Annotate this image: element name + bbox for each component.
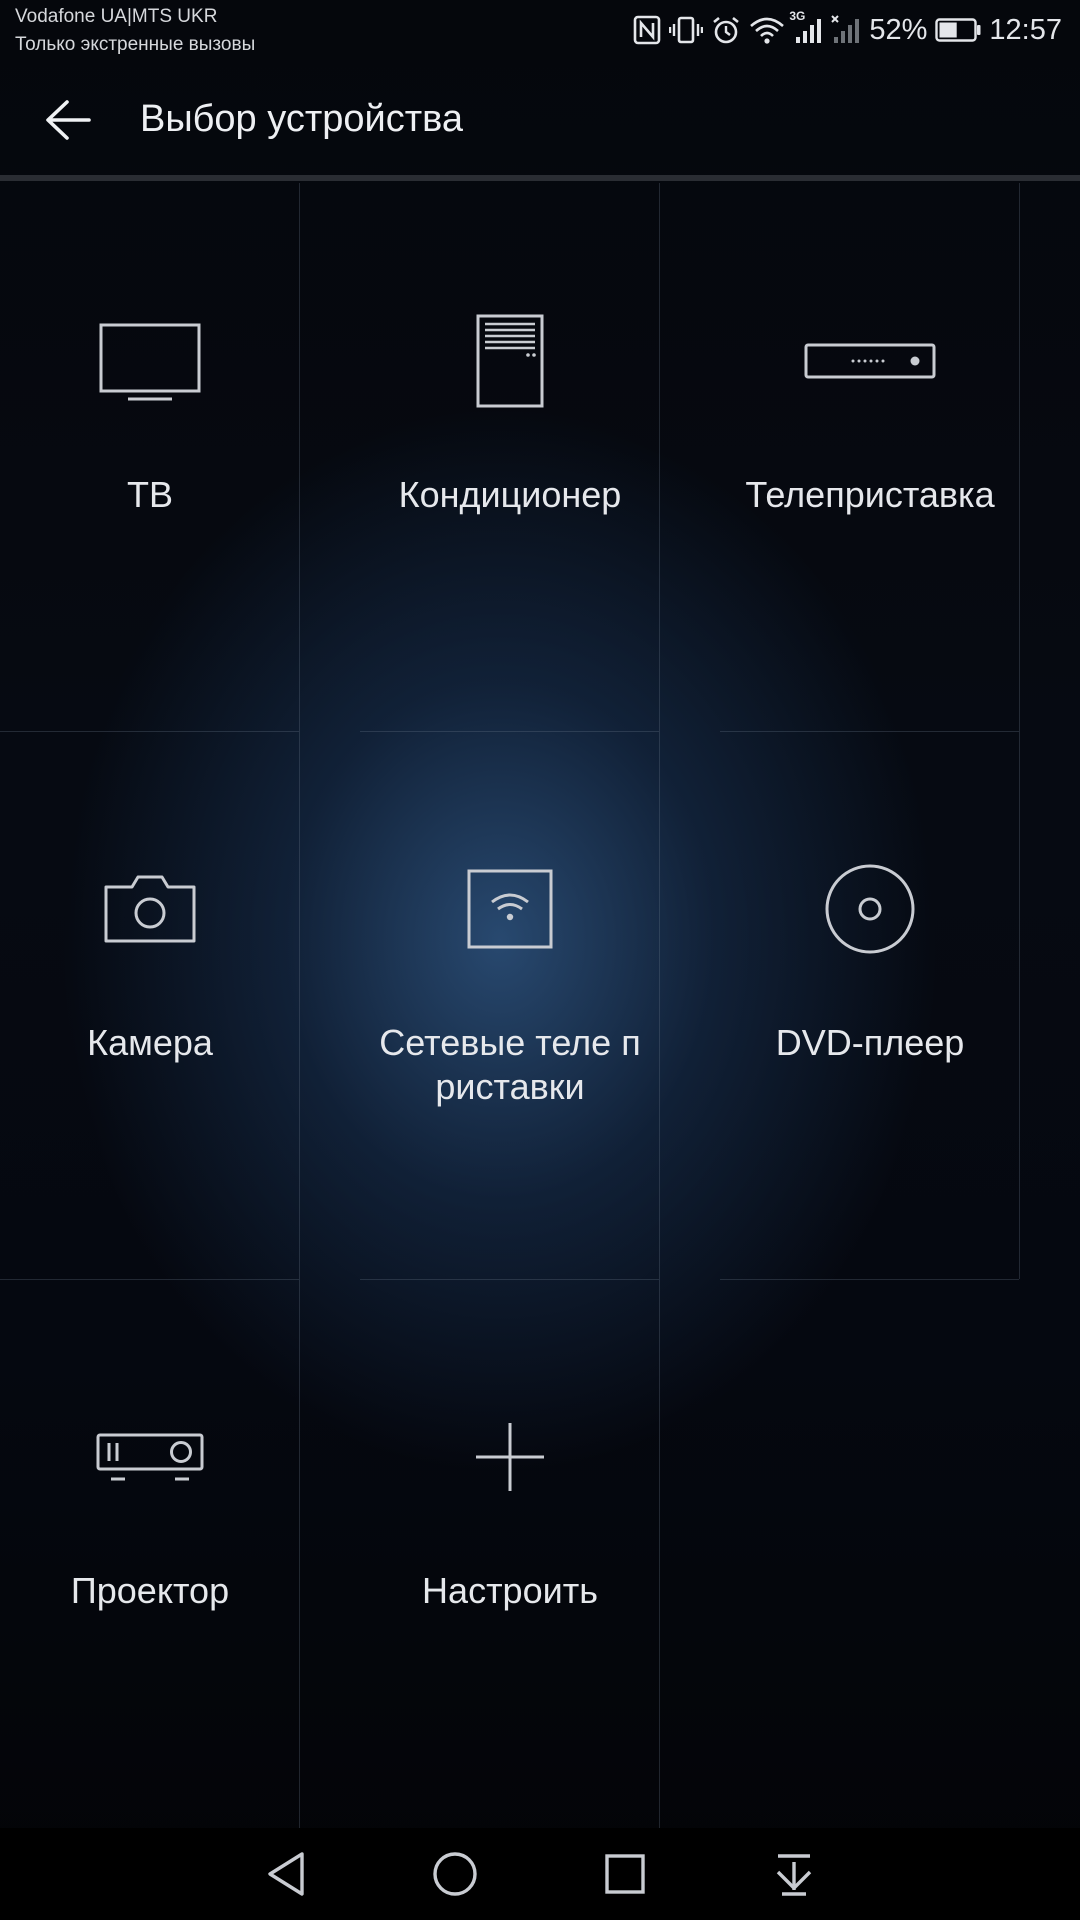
device-label: ТВ <box>126 474 173 515</box>
app-bar: Выбор устройства <box>0 60 1080 180</box>
device-tile-network-box[interactable]: Сетевые теле приставки <box>360 731 660 1279</box>
signal-no-service-icon <box>831 15 861 45</box>
projector-icon <box>0 1409 300 1505</box>
air-conditioner-icon <box>360 313 660 409</box>
wifi-icon <box>749 15 785 45</box>
app-bar-divider <box>0 175 1080 181</box>
device-tile-air-conditioner[interactable]: Кондиционер <box>360 183 660 731</box>
device-tile-set-top-box[interactable]: Телеприставка <box>720 183 1020 731</box>
nav-back-button[interactable] <box>250 1842 322 1906</box>
nav-back-icon <box>268 1852 304 1896</box>
battery-percent: 52% <box>869 13 928 46</box>
nav-recents-button[interactable] <box>589 1842 661 1906</box>
disc-icon <box>720 861 1020 957</box>
status-bar: Vodafone UA|MTS UKR Только экстренные вы… <box>0 0 1080 60</box>
device-label: Телеприставка <box>745 474 995 515</box>
network-box-icon <box>360 861 660 957</box>
network-type: 3G <box>789 9 806 23</box>
device-selection-screen: Vodafone UA|MTS UKR Только экстренные вы… <box>0 0 1080 1920</box>
grid-line <box>720 1279 1019 1280</box>
device-label: Проектор <box>70 1570 230 1611</box>
nav-recents-icon <box>605 1854 645 1894</box>
device-label: DVD-плеер <box>775 1022 965 1063</box>
tv-icon <box>0 313 300 409</box>
nav-home-button[interactable] <box>419 1842 491 1906</box>
device-tile-projector[interactable]: Проектор <box>0 1279 300 1827</box>
battery-icon <box>935 17 981 43</box>
nfc-icon <box>633 15 661 45</box>
arrow-left-icon <box>46 100 91 140</box>
navigation-bar <box>0 1828 1080 1920</box>
device-tile-dvd[interactable]: DVD-плеер <box>720 731 1020 1279</box>
device-tile-custom[interactable]: Настроить <box>360 1279 660 1827</box>
nav-notifications-icon <box>776 1854 812 1896</box>
back-button[interactable] <box>30 86 106 154</box>
device-label: Сетевые теле приставки <box>379 1022 641 1107</box>
device-tile-camera[interactable]: Камера <box>0 731 300 1279</box>
device-tile-tv[interactable]: ТВ <box>0 183 300 731</box>
camera-icon <box>0 861 300 957</box>
device-label: Камера <box>87 1022 213 1063</box>
page-title: Выбор устройства <box>140 98 464 140</box>
set-top-box-icon <box>720 313 1020 409</box>
nav-home-icon <box>433 1852 477 1896</box>
emergency-calls-only: Только экстренные вызовы <box>15 34 256 55</box>
device-label: Кондиционер <box>398 474 622 515</box>
nav-notifications-button[interactable] <box>758 1842 830 1906</box>
alarm-icon <box>711 15 741 45</box>
device-label: Настроить <box>422 1570 598 1611</box>
carrier-name: Vodafone UA|MTS UKR <box>15 6 218 27</box>
plus-icon <box>360 1409 660 1505</box>
signal-icon: 3G <box>789 9 823 45</box>
clock: 12:57 <box>989 13 1062 46</box>
status-icons: 3G 52% 12:57 <box>633 9 1062 50</box>
device-grid: ТВ Кондиционер Телеприставка Камера Сете… <box>0 183 1020 1828</box>
vibrate-icon <box>669 15 704 45</box>
